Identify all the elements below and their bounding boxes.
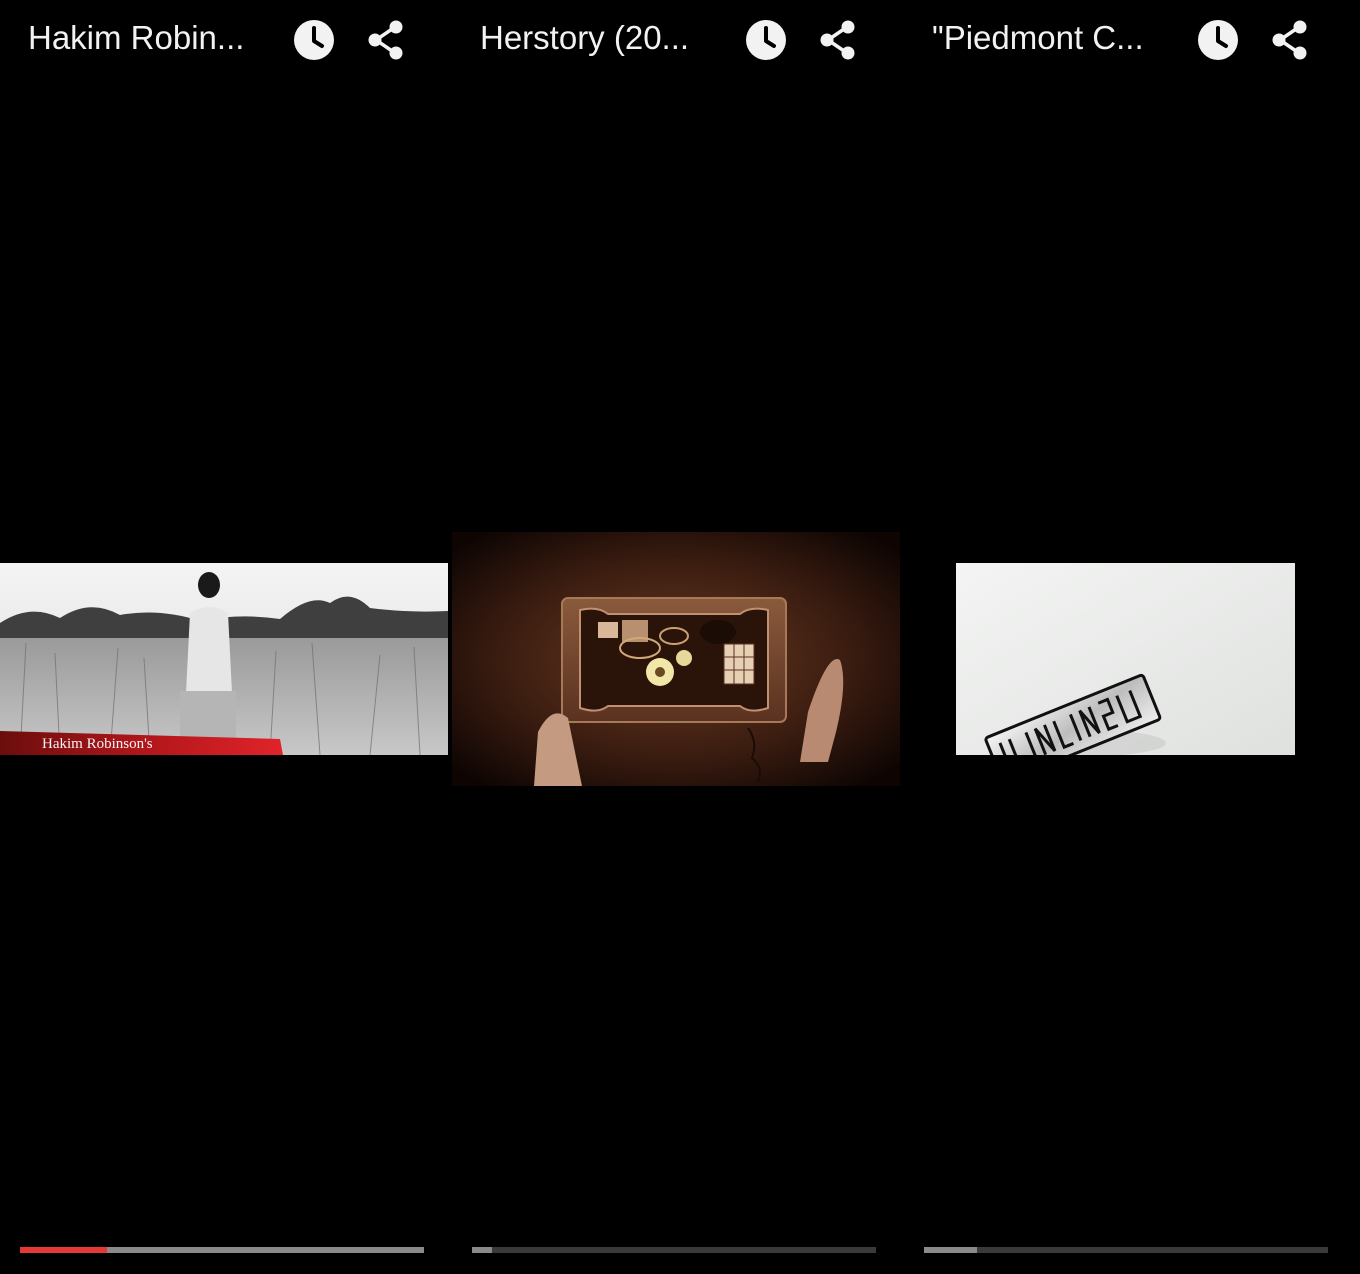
video-top-bar: Herstory (20... <box>452 0 904 80</box>
video-thumbnail[interactable] <box>956 563 1295 755</box>
video-progress-bar[interactable] <box>472 1247 876 1253</box>
video-title: Hakim Robin... <box>28 19 245 56</box>
video-top-bar: "Piedmont C... <box>904 0 1356 80</box>
banner-text: Hakim Robinson's <box>42 736 153 752</box>
share-icon <box>1272 20 1307 60</box>
share-icon <box>820 20 855 60</box>
watch-later-button[interactable] <box>1196 18 1240 62</box>
video-title: "Piedmont C... <box>932 19 1144 56</box>
progress-buffered <box>472 1247 492 1253</box>
video-thumbnail[interactable]: Hakim Robinson's <box>0 563 448 755</box>
clock-icon <box>746 20 786 60</box>
progress-played <box>20 1247 107 1253</box>
video-thumbnail[interactable] <box>452 532 900 786</box>
share-icon <box>368 20 403 60</box>
watch-later-button[interactable] <box>292 18 336 62</box>
share-button[interactable] <box>364 18 408 62</box>
video-top-bar: Hakim Robin... <box>0 0 452 80</box>
metal-card-image <box>956 563 1295 755</box>
field-scene-image: Hakim Robinson's <box>0 563 448 755</box>
video-progress-bar[interactable] <box>924 1247 1328 1253</box>
video-panel-2[interactable]: Herstory (20... <box>452 0 904 1274</box>
jewelry-box-image <box>452 532 900 786</box>
progress-buffered <box>924 1247 977 1253</box>
video-progress-bar[interactable] <box>20 1247 424 1253</box>
share-button[interactable] <box>816 18 860 62</box>
share-button[interactable] <box>1268 18 1312 62</box>
clock-icon <box>294 20 334 60</box>
watch-later-button[interactable] <box>744 18 788 62</box>
video-panel-1[interactable]: Hakim Robin... Hakim Robinson's <box>0 0 452 1274</box>
video-title: Herstory (20... <box>480 19 690 56</box>
clock-icon <box>1198 20 1238 60</box>
video-panel-3[interactable]: "Piedmont C... <box>904 0 1356 1274</box>
